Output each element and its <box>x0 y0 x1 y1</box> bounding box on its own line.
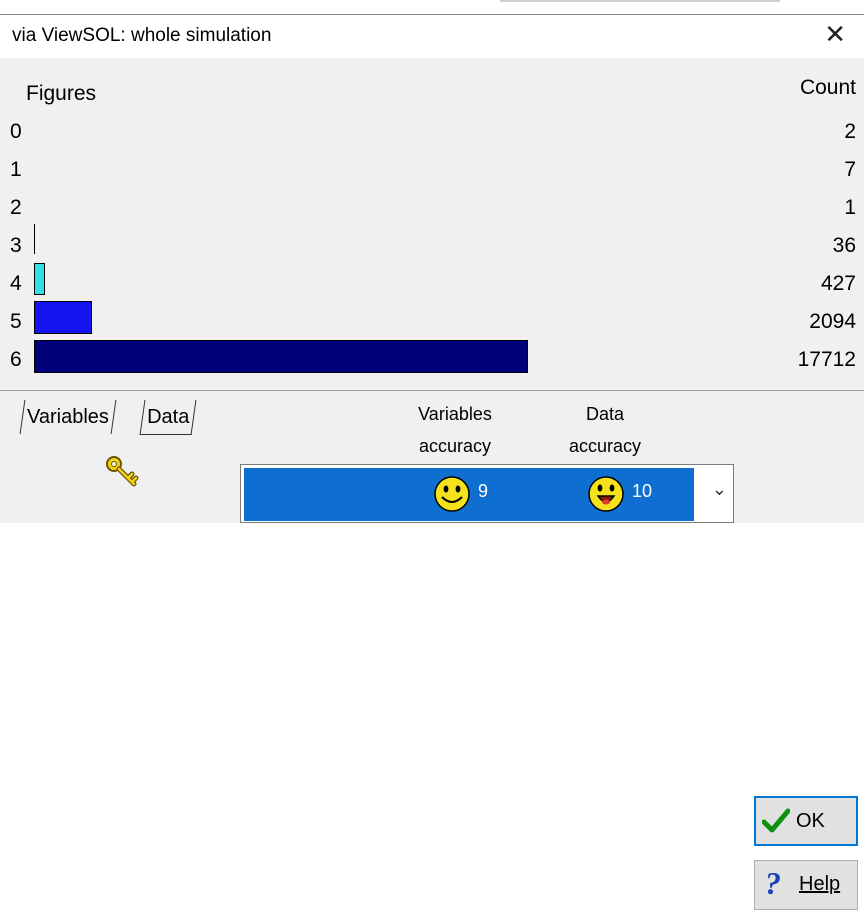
accuracy-selected-row: 9 10 <box>244 468 694 521</box>
histogram-bar <box>34 263 45 295</box>
count-value: 17712 <box>797 348 856 371</box>
figures-header: Figures <box>26 82 97 105</box>
background-strip <box>0 0 864 10</box>
count-value: 427 <box>820 272 856 295</box>
variables-accuracy-header: Variables accuracy <box>390 398 520 462</box>
count-value: 36 <box>832 234 856 257</box>
histogram-bar <box>34 224 35 254</box>
smiley-icon <box>434 476 470 512</box>
close-icon[interactable]: ✕ <box>824 19 846 51</box>
window-title: via ViewSOL: whole simulation <box>12 25 272 46</box>
tab-variables-label: Variables <box>27 406 109 428</box>
key-icon <box>106 456 139 487</box>
ok-label: OK <box>796 810 825 832</box>
data-accuracy-header: Data accuracy <box>540 398 670 462</box>
panel-separator <box>0 390 864 391</box>
accuracy-dropdown[interactable]: 9 10 ⌄ <box>240 464 734 523</box>
question-mark-icon: ? <box>765 865 781 901</box>
histogram-bar <box>34 301 92 334</box>
chevron-down-icon[interactable]: ⌄ <box>712 479 727 500</box>
figures-label: 1 <box>10 158 22 181</box>
variables-accuracy-line1: Variables <box>418 404 492 424</box>
tab-data[interactable]: Data <box>139 400 197 435</box>
checkmark-icon <box>762 808 790 833</box>
figures-label: 4 <box>10 272 22 295</box>
figures-label: 2 <box>10 196 22 219</box>
tab-data-label: Data <box>147 406 190 428</box>
count-value: 1 <box>844 196 856 219</box>
figures-label: 5 <box>10 310 22 333</box>
variables-accuracy-line2: accuracy <box>418 436 492 456</box>
count-value: 7 <box>844 158 856 181</box>
count-value: 2 <box>844 120 856 143</box>
ok-button[interactable]: OK <box>754 796 858 846</box>
help-button[interactable]: ? Help <box>754 860 858 910</box>
smiley-icon <box>588 476 624 512</box>
data-accuracy-value: 10 <box>632 481 653 501</box>
background-window-edge <box>500 0 780 6</box>
tab-variables[interactable]: Variables <box>19 400 117 434</box>
data-accuracy-line1: Data <box>585 404 625 424</box>
title-bar: via ViewSOL: whole simulation ✕ <box>0 14 864 59</box>
variables-accuracy-value: 9 <box>478 481 489 501</box>
count-header: Count <box>799 76 856 99</box>
figures-label: 0 <box>10 120 22 143</box>
count-value: 2094 <box>809 310 856 333</box>
help-label: Help <box>799 873 841 895</box>
histogram-bar <box>34 340 528 373</box>
figures-label: 6 <box>10 348 22 371</box>
histogram-panel: Figures Count 0 2 1 7 2 1 3 36 4 427 5 2… <box>0 58 864 390</box>
figures-label: 3 <box>10 234 22 257</box>
data-accuracy-line2: accuracy <box>568 436 642 456</box>
